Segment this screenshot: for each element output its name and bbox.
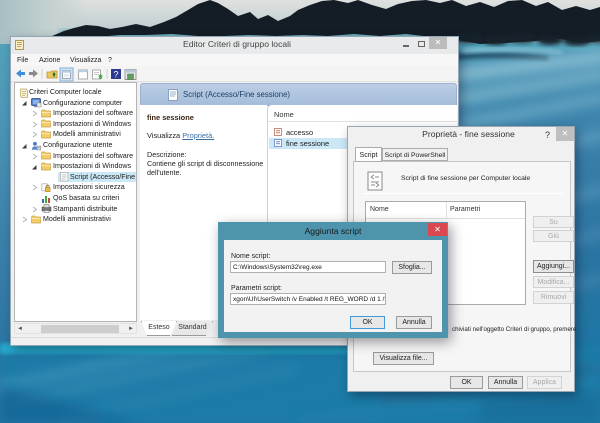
svg-text:?: ? [113, 70, 118, 80]
